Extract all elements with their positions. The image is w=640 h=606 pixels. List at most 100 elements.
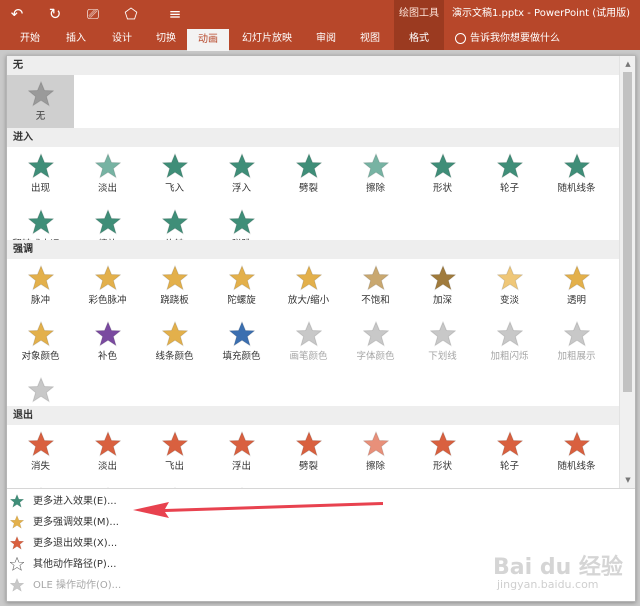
effect-star-icon [296,321,322,347]
effect-label: 浮入 [231,183,251,194]
gallery-scrollbar[interactable]: ▲ ▼ [619,56,635,488]
effect-exit-5[interactable]: 擦除 [342,425,409,481]
effect-star-icon [564,431,590,457]
effect-label: 放大/缩小 [287,295,330,306]
effect-none-0[interactable]: 无 [7,75,74,131]
tab-review[interactable]: 审阅 [306,28,346,50]
effect-exit-8[interactable]: 随机线条 [543,425,610,481]
effect-label: 形状 [432,183,452,194]
effect-star-icon [430,265,456,291]
scroll-up-icon[interactable]: ▲ [623,58,633,70]
start-slideshow-icon[interactable]: ⎚ [82,3,104,25]
effect-emphasis-6[interactable]: 加深 [409,259,476,315]
section-header-exit: 退出 [7,406,619,425]
effect-exit-7[interactable]: 轮子 [476,425,543,481]
effect-exit-10[interactable] [74,481,141,488]
effect-star-icon [95,431,121,457]
effect-exit-4[interactable]: 劈裂 [275,425,342,481]
tab-slideshow[interactable]: 幻灯片放映 [234,28,300,50]
tab-home[interactable]: 开始 [10,28,50,50]
tab-format[interactable]: 格式 [394,28,444,50]
effect-entrance-1[interactable]: 淡出 [74,147,141,203]
effect-emphasis-2[interactable]: 跷跷板 [141,259,208,315]
customize-toolbar-icon[interactable]: ≡ [164,3,186,25]
effect-entrance-5[interactable]: 擦除 [342,147,409,203]
effect-exit-12[interactable] [208,481,275,488]
star-icon [10,557,24,571]
effect-exit-9[interactable] [7,481,74,488]
effect-exit-1[interactable]: 淡出 [74,425,141,481]
effect-label: 形状 [432,461,452,472]
effect-star-icon [363,153,389,179]
effect-star-icon [296,265,322,291]
star-icon [10,515,24,529]
effect-label: 擦除 [365,183,385,194]
effect-label: 轮子 [499,461,519,472]
tab-design[interactable]: 设计 [102,28,142,50]
star-icon [10,578,24,592]
effect-star-icon [296,153,322,179]
menu-item-label: 更多退出效果(X)... [33,538,118,549]
drawing-tools-context-label: 绘图工具 [394,0,444,28]
effect-label: 补色 [97,351,117,362]
effect-entrance-8[interactable]: 随机线条 [543,147,610,203]
effect-emphasis-3[interactable]: 陀螺旋 [208,259,275,315]
effect-emphasis-14: 字体颜色 [342,315,409,371]
scroll-down-icon[interactable]: ▼ [623,474,633,486]
scrollbar-thumb[interactable] [623,72,632,392]
effect-entrance-2[interactable]: 飞入 [141,147,208,203]
effect-emphasis-8[interactable]: 透明 [543,259,610,315]
effect-entrance-3[interactable]: 浮入 [208,147,275,203]
effect-entrance-0[interactable]: 出现 [7,147,74,203]
effect-emphasis-11[interactable]: 线条颜色 [141,315,208,371]
effect-exit-3[interactable]: 浮出 [208,425,275,481]
effect-exit-6[interactable]: 形状 [409,425,476,481]
shapes-icon[interactable]: ⬠ [120,3,142,25]
effect-star-icon [229,153,255,179]
effect-emphasis-4[interactable]: 放大/缩小 [275,259,342,315]
effect-emphasis-17: 加粗展示 [543,315,610,371]
lightbulb-icon [455,33,466,44]
effect-emphasis-5[interactable]: 不饱和 [342,259,409,315]
section-header-none: 无 [7,56,619,75]
effect-entrance-7[interactable]: 轮子 [476,147,543,203]
tab-insert[interactable]: 插入 [56,28,96,50]
redo-icon[interactable]: ↻ [44,3,66,25]
effect-emphasis-9[interactable]: 对象颜色 [7,315,74,371]
effect-emphasis-7[interactable]: 变淡 [476,259,543,315]
effect-label: 劈裂 [298,461,318,472]
effect-star-icon [28,153,54,179]
effect-exit-2[interactable]: 飞出 [141,425,208,481]
effect-label: 加粗闪烁 [490,351,529,362]
effect-star-icon [363,265,389,291]
effect-star-icon [162,321,188,347]
effect-emphasis-12[interactable]: 填充颜色 [208,315,275,371]
star-icon [10,494,24,508]
effect-label: 填充颜色 [222,351,261,362]
effect-emphasis-1[interactable]: 彩色脉冲 [74,259,141,315]
tab-view[interactable]: 视图 [350,28,390,50]
effect-star-icon [497,153,523,179]
effect-emphasis-10[interactable]: 补色 [74,315,141,371]
animation-effects-gallery: 无无进入出现淡出飞入浮入劈裂擦除形状轮子随机线条翻转式由远...缩放旋转弹跳强调… [7,56,619,488]
tab-animations[interactable]: 动画 [187,29,229,51]
undo-icon[interactable]: ↶ [6,3,28,25]
effect-star-icon [95,321,121,347]
effect-star-icon [95,209,121,235]
effect-entrance-6[interactable]: 形状 [409,147,476,203]
effect-emphasis-0[interactable]: 脉冲 [7,259,74,315]
effect-label: 变淡 [499,295,519,306]
effect-star-icon [229,265,255,291]
effect-star-icon [162,265,188,291]
tell-me-box[interactable]: 告诉我你想要做什么 [470,28,560,50]
effect-label: 跷跷板 [160,295,189,306]
effect-label: 轮子 [499,183,519,194]
effect-star-icon [497,321,523,347]
effect-entrance-4[interactable]: 劈裂 [275,147,342,203]
effect-label: 线条颜色 [155,351,194,362]
effect-emphasis-15: 下划线 [409,315,476,371]
menu-item-label: 更多强调效果(M)... [33,517,119,528]
tab-transitions[interactable]: 切换 [146,28,186,50]
effect-exit-0[interactable]: 消失 [7,425,74,481]
effect-exit-11[interactable] [141,481,208,488]
